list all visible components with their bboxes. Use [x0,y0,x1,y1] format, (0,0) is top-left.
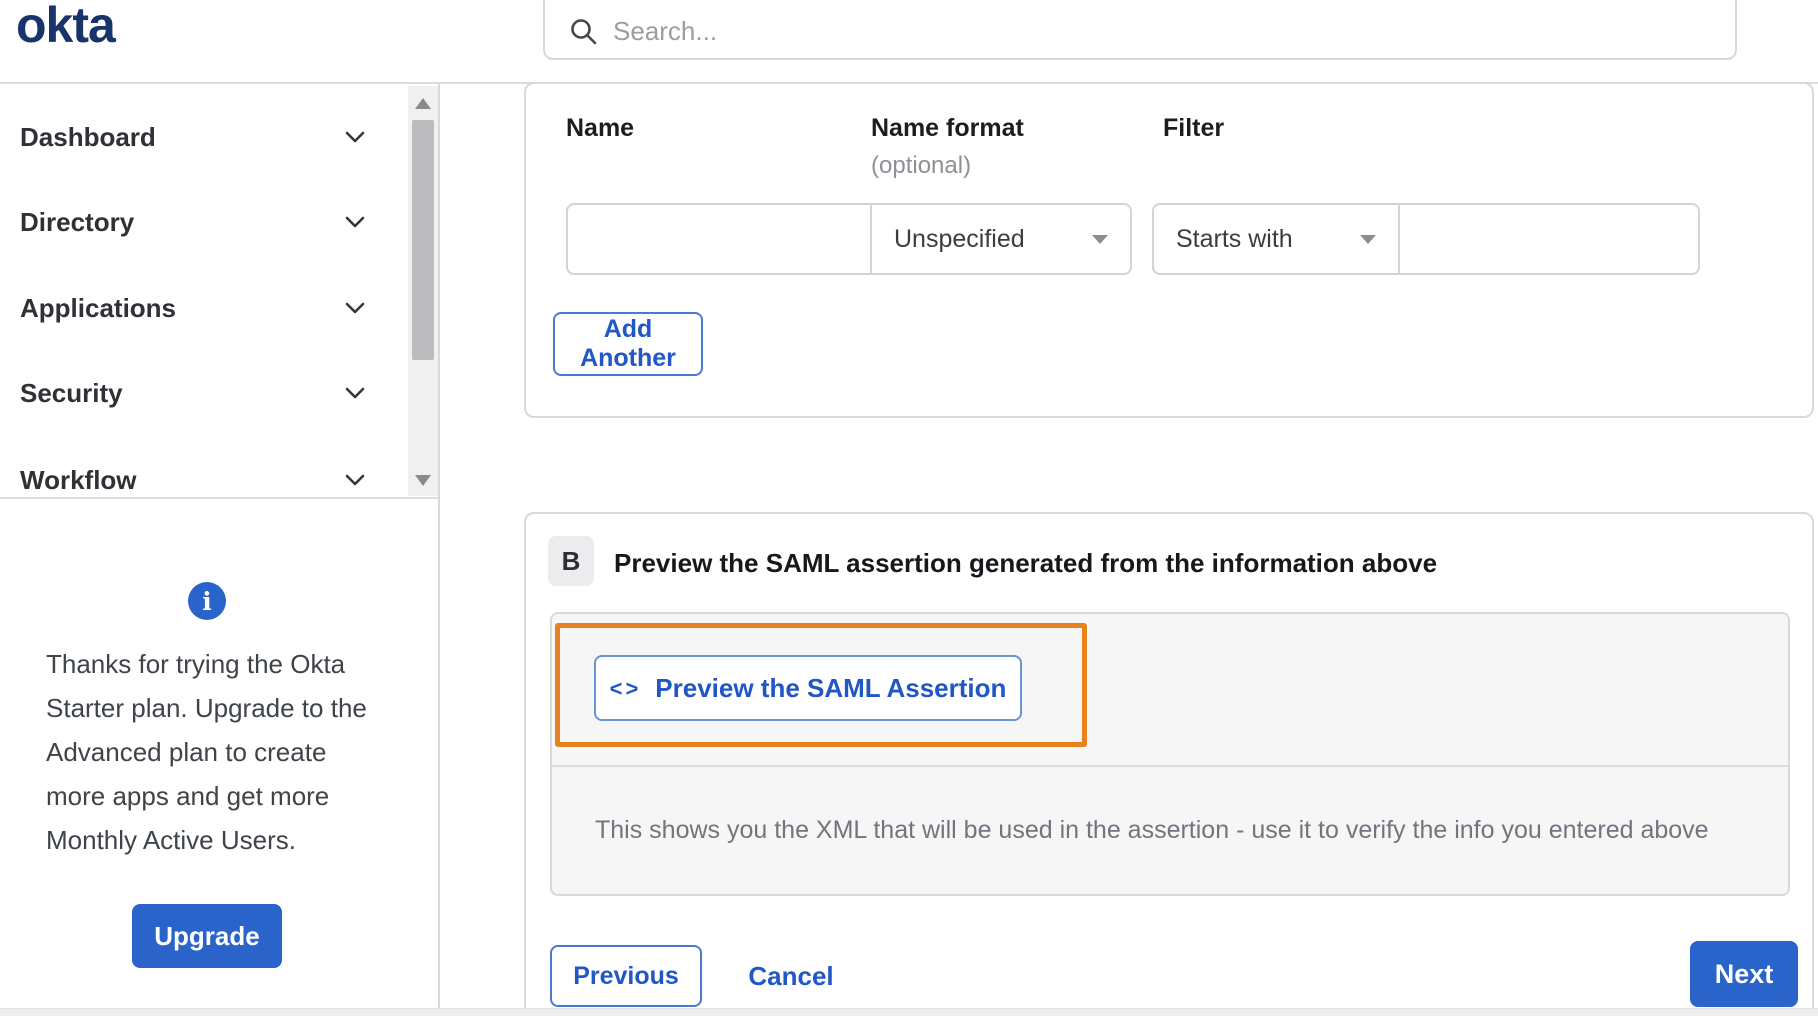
next-button[interactable]: Next [1690,941,1798,1007]
sidebar-item-label: Dashboard [20,121,156,152]
name-input[interactable] [568,205,870,273]
chevron-down-icon [345,131,365,143]
filter-field-group: Starts with [1152,203,1700,275]
info-icon: i [188,582,226,620]
sidebar-nav-divider [0,497,438,499]
scroll-down-icon[interactable] [415,475,431,486]
preview-description: This shows you the XML that will be used… [595,816,1709,844]
sidebar-item-security[interactable]: Security [20,373,365,413]
filter-operator-select[interactable]: Starts with [1154,205,1400,273]
add-another-button[interactable]: Add Another [553,312,703,376]
name-format-select[interactable]: Unspecified [870,205,1130,273]
horizontal-scrollbar[interactable] [0,1008,1818,1016]
name-format-label: Name format [871,114,1024,142]
name-format-value: Unspecified [894,224,1025,253]
chevron-down-icon [345,474,365,486]
section-b-title: Preview the SAML assertion generated fro… [614,548,1438,578]
chevron-down-icon [345,302,365,314]
cancel-button[interactable]: Cancel [726,945,856,1007]
sidebar-item-dashboard[interactable]: Dashboard [20,117,365,157]
code-icon: <> [609,676,642,701]
sidebar-item-applications[interactable]: Applications [20,288,365,328]
attribute-statements-card: Name Name format (optional) Filter Unspe… [524,82,1814,418]
filter-input-cell [1400,205,1698,273]
previous-button[interactable]: Previous [550,945,702,1007]
dropdown-arrow-icon [1360,234,1376,244]
sidebar-item-label: Workflow [20,464,137,495]
name-format-optional-label: (optional) [871,152,972,179]
sidebar-item-workflow[interactable]: Workflow [20,460,365,500]
name-input-cell [568,205,870,273]
search-placeholder: Search... [613,15,718,46]
sidebar-scrollbar[interactable] [408,86,438,496]
name-field-group: Unspecified [566,203,1132,275]
okta-logo: okta [16,0,116,53]
search-input[interactable]: Search... [543,0,1737,60]
sidebar: Dashboard Directory Applications Securit… [0,84,440,1016]
sidebar-item-label: Directory [20,206,135,237]
chevron-down-icon [345,387,365,399]
scroll-up-icon[interactable] [415,98,431,109]
sidebar-item-label: Applications [20,292,177,323]
chevron-down-icon [345,216,365,228]
scrollbar-thumb[interactable] [412,120,434,360]
upgrade-message: Thanks for trying the Okta Starter plan.… [46,649,367,855]
preview-button-label: Preview the SAML Assertion [655,672,1007,703]
filter-value-input[interactable] [1400,205,1698,273]
sidebar-item-directory[interactable]: Directory [20,202,365,242]
dropdown-arrow-icon [1092,234,1108,244]
preview-panel-description-area: This shows you the XML that will be used… [552,765,1788,894]
step-b-badge: B [548,536,594,586]
upgrade-button[interactable]: Upgrade [132,904,282,968]
name-label: Name [566,114,635,142]
sidebar-item-label: Security [20,377,123,408]
saml-preview-card: B Preview the SAML assertion generated f… [524,512,1814,1016]
okta-admin-page: okta Search... Dashboard Directory Appli… [0,0,1818,1016]
search-icon [571,19,597,45]
preview-saml-assertion-button[interactable]: <> Preview the SAML Assertion [594,655,1022,721]
filter-label: Filter [1163,114,1225,142]
filter-operator-value: Starts with [1176,224,1293,253]
